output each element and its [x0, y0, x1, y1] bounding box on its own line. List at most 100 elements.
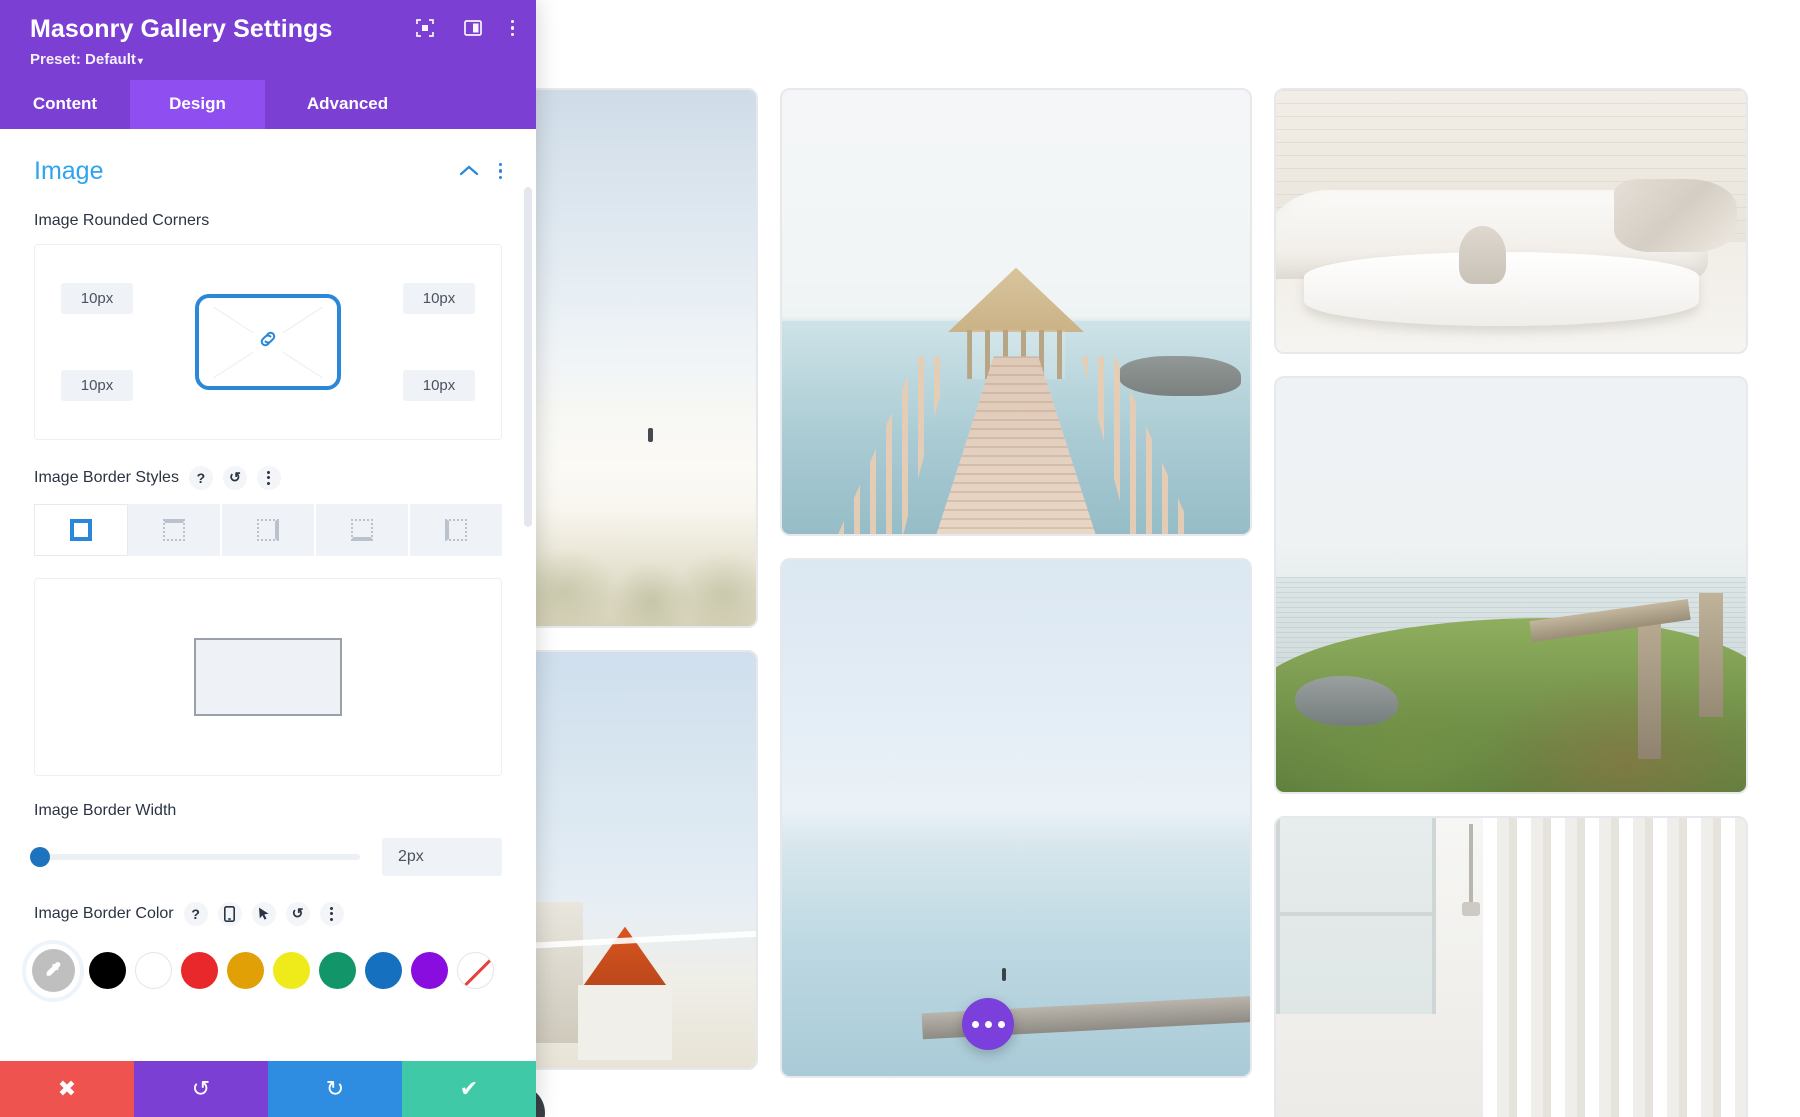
- border-width-input[interactable]: 2px: [382, 837, 502, 876]
- gallery-column-1: [520, 88, 758, 1070]
- chevron-up-icon[interactable]: [459, 160, 479, 183]
- dune-photo: [522, 90, 756, 626]
- image-section-header: Image: [0, 129, 536, 186]
- section-tools: [459, 160, 502, 183]
- corner-top-left-input[interactable]: 10px: [61, 282, 133, 314]
- curtains-photo: [1276, 818, 1746, 1117]
- swatch-purple[interactable]: [411, 952, 448, 989]
- corner-bottom-right-input[interactable]: 10px: [403, 369, 475, 401]
- border-color-swatches: [0, 943, 536, 998]
- gallery-image-pier-hut[interactable]: [780, 88, 1252, 536]
- reset-icon[interactable]: ↺: [285, 901, 310, 926]
- border-color-more-icon[interactable]: [319, 901, 344, 926]
- border-styles-label-row: Image Border Styles ? ↺: [34, 465, 502, 490]
- border-color-label-row: Image Border Color ? ↺: [34, 901, 502, 926]
- tab-content[interactable]: Content: [0, 80, 130, 129]
- slider-knob[interactable]: [30, 846, 50, 867]
- masonry-gallery: [520, 88, 1765, 1117]
- panel-header: Masonry Gallery Settings Preset: Default…: [0, 0, 536, 80]
- module-settings-panel: Masonry Gallery Settings Preset: Default…: [0, 0, 536, 1117]
- fab-dot-3: [997, 1020, 1005, 1028]
- fab-dot-1: [971, 1020, 979, 1028]
- border-preview-rect: [194, 637, 342, 716]
- header-icon-group: [415, 18, 514, 38]
- border-color-label: Image Border Color: [34, 904, 174, 922]
- border-style-top[interactable]: [128, 503, 222, 556]
- hover-cursor-icon[interactable]: [251, 901, 276, 926]
- border-style-right[interactable]: [222, 503, 316, 556]
- section-more-icon[interactable]: [498, 162, 502, 180]
- swatch-orange[interactable]: [227, 952, 264, 989]
- border-right-icon: [257, 518, 279, 541]
- tab-advanced[interactable]: Advanced: [265, 80, 430, 129]
- calm-sea-photo: [782, 560, 1250, 1076]
- rounded-corners-label: Image Rounded Corners: [34, 211, 210, 229]
- tab-design[interactable]: Design: [130, 79, 265, 129]
- panel-scrollbar[interactable]: [524, 186, 532, 527]
- border-width-label: Image Border Width: [34, 801, 177, 819]
- gallery-image-interior-sofa[interactable]: [1274, 88, 1748, 354]
- swatch-red[interactable]: [181, 952, 218, 989]
- gallery-image-fence[interactable]: [520, 650, 758, 1070]
- border-styles-more-icon[interactable]: [256, 465, 281, 490]
- gallery-column-3: [1274, 88, 1748, 1117]
- preset-selector[interactable]: Preset: Default ▾: [30, 51, 514, 68]
- swatch-yellow[interactable]: [273, 952, 310, 989]
- border-preview-box: [34, 577, 502, 776]
- chevron-down-icon: ▾: [137, 55, 143, 67]
- save-button[interactable]: ✔: [402, 1061, 536, 1117]
- swatch-none[interactable]: [457, 952, 494, 989]
- border-bottom-icon: [351, 518, 373, 541]
- border-width-field: Image Border Width 2px: [0, 802, 536, 876]
- panel-body: Image Image Rounded Corners 10px 10px 10…: [0, 129, 536, 1117]
- border-left-icon: [445, 518, 467, 541]
- swatch-green[interactable]: [319, 952, 356, 989]
- gallery-image-curtains[interactable]: [1274, 816, 1748, 1117]
- gallery-image-cliff-post[interactable]: [1274, 376, 1748, 794]
- help-icon[interactable]: ?: [183, 901, 208, 926]
- swatch-black[interactable]: [89, 952, 126, 989]
- color-picker-button[interactable]: [26, 943, 80, 998]
- border-style-options: [34, 503, 502, 556]
- pier-hut-photo: [782, 90, 1250, 534]
- rounded-corners-control: 10px 10px 10px 10px: [34, 243, 502, 440]
- settings-tabs: Content Design Advanced: [0, 79, 536, 129]
- gallery-image-dune[interactable]: [520, 88, 758, 628]
- gallery-column-2: [780, 88, 1252, 1078]
- border-color-field: Image Border Color ? ↺: [0, 901, 536, 926]
- corner-top-right-input[interactable]: 10px: [403, 282, 475, 314]
- border-top-icon: [163, 518, 185, 541]
- gallery-image-calm-sea[interactable]: [780, 558, 1252, 1078]
- corner-bottom-left-input[interactable]: 10px: [61, 369, 133, 401]
- panel-action-bar: ✖ ↺ ↻ ✔: [0, 1061, 536, 1117]
- redo-button[interactable]: ↻: [268, 1061, 402, 1117]
- section-title: Image: [34, 156, 104, 185]
- cliff-post-photo: [1276, 378, 1746, 792]
- responsive-icon[interactable]: [217, 901, 242, 926]
- more-options-icon[interactable]: [510, 19, 514, 37]
- border-all-icon: [70, 518, 92, 541]
- swatch-blue[interactable]: [365, 952, 402, 989]
- border-width-slider[interactable]: [30, 846, 360, 867]
- floating-options-button[interactable]: [962, 998, 1014, 1050]
- rounded-corners-field: Image Rounded Corners 10px 10px 10px 10p…: [0, 212, 536, 440]
- reset-icon[interactable]: ↺: [222, 465, 247, 490]
- border-width-slider-row: 2px: [30, 837, 502, 876]
- swatch-white[interactable]: [135, 952, 172, 989]
- border-styles-field: Image Border Styles ? ↺: [0, 465, 536, 776]
- border-style-bottom[interactable]: [316, 503, 410, 556]
- layout-panel-icon[interactable]: [463, 18, 483, 38]
- undo-button[interactable]: ↺: [134, 1061, 268, 1117]
- border-styles-label: Image Border Styles: [34, 468, 179, 486]
- border-style-left[interactable]: [410, 503, 502, 556]
- cancel-button[interactable]: ✖: [0, 1061, 134, 1117]
- corners-preview: [195, 293, 341, 390]
- focus-frame-icon[interactable]: [415, 18, 435, 38]
- fence-photo: [522, 652, 756, 1068]
- link-icon[interactable]: [253, 326, 283, 357]
- preset-label: Preset: Default: [30, 50, 136, 68]
- border-style-all[interactable]: [34, 503, 128, 556]
- help-icon[interactable]: ?: [188, 465, 213, 490]
- interior-sofa-photo: [1276, 90, 1746, 352]
- fab-dot-2: [984, 1020, 992, 1028]
